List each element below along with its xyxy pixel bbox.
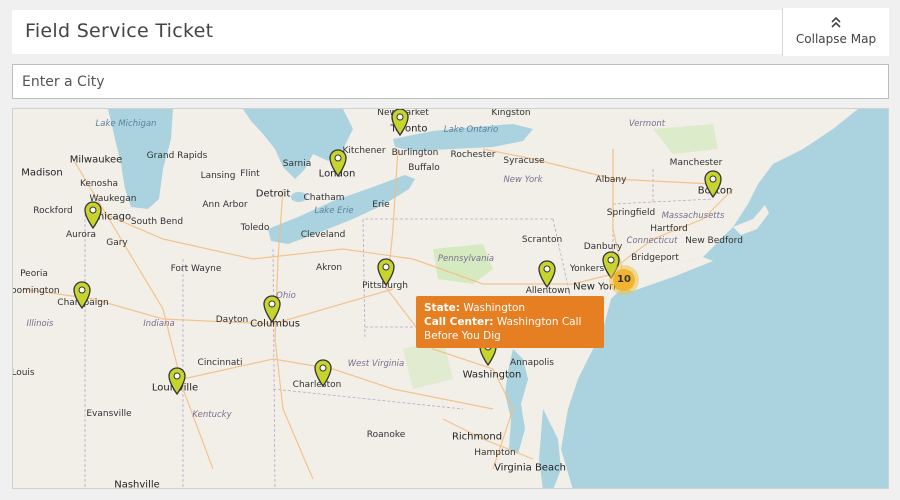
map-label: Springfield [606, 208, 656, 218]
city-search-input[interactable] [12, 64, 889, 99]
map-view[interactable]: Newmarket Kingston Toronto Lake Ontario … [12, 108, 889, 489]
map-label: Kenosha [79, 179, 119, 189]
map-label: West Virginia [347, 359, 405, 369]
map-label: Lake Erie [314, 206, 354, 216]
map-label: Gary [106, 238, 128, 248]
map-label: Yonkers [569, 264, 605, 274]
map-pin-icon[interactable] [313, 359, 333, 387]
map-label: Vermont [628, 119, 666, 129]
map-label: Toledo [240, 223, 270, 233]
map-pin-icon[interactable] [262, 295, 282, 323]
map-label: Virginia Beach [494, 462, 566, 474]
page-title: Field Service Ticket [25, 20, 214, 42]
map-label: Kentucky [192, 410, 232, 420]
map-label: Grand Rapids [146, 151, 208, 161]
popup-center-label: Call Center: [424, 316, 494, 328]
cluster-count: 10 [613, 269, 635, 291]
map-label: Lake Ontario [443, 125, 499, 135]
map-label: Pennsylvania [437, 254, 495, 264]
map-pin-icon[interactable] [390, 108, 410, 136]
page-header: Field Service Ticket [12, 10, 782, 54]
map-label: Erie [372, 200, 390, 210]
map-label: New Bedford [685, 236, 743, 246]
map-label: Bridgeport [631, 253, 679, 263]
map-label: Nashville [114, 479, 160, 489]
map-label: Sarnia [282, 159, 312, 169]
map-label: Rockford [33, 206, 73, 216]
map-pin-icon[interactable] [72, 281, 92, 309]
map-label: Kitchener [342, 146, 386, 156]
map-pin-icon[interactable] [328, 149, 348, 177]
map-label: Fort Wayne [170, 264, 222, 274]
map-label: Ann Arbor [202, 200, 248, 210]
double-chevron-up-icon [831, 16, 841, 28]
map-label: Rochester [450, 150, 496, 160]
map-label: Flint [240, 169, 260, 179]
map-label: Buffalo [408, 163, 440, 173]
map-label: Washington [462, 369, 522, 381]
marker-cluster[interactable]: 10 [609, 265, 639, 295]
popup-state-value: Washington [463, 302, 526, 314]
map-label: Massachusetts [661, 211, 725, 221]
map-label: Syracuse [503, 156, 545, 166]
map-label: Hartford [650, 224, 688, 234]
location-popup[interactable]: State: Washington Call Center: Washingto… [416, 296, 604, 348]
map-label: Milwaukee [69, 154, 123, 166]
map-label: Cleveland [300, 230, 346, 240]
popup-state-label: State: [424, 302, 461, 314]
popup-state-row: State: Washington [424, 301, 596, 315]
map-label: Burlington [391, 148, 439, 158]
collapse-map-button[interactable]: Collapse Map [782, 8, 889, 56]
map-label: Dayton [215, 315, 249, 325]
map-label: Chatham [303, 193, 345, 203]
map-label: Hampton [474, 448, 516, 458]
map-label: Indiana [143, 319, 175, 329]
map-label: South Bend [130, 217, 184, 227]
map-pin-icon[interactable] [167, 367, 187, 395]
map-label: Connecticut [626, 236, 678, 246]
map-label: Scranton [521, 235, 563, 245]
map-label: Evansville [86, 409, 132, 419]
popup-center-row: Call Center: Washington Call Before You … [424, 315, 596, 343]
map-pin-icon[interactable] [537, 260, 557, 288]
map-label: Akron [315, 263, 343, 273]
map-label: Lake Michigan [95, 119, 157, 129]
map-label: Richmond [451, 431, 503, 443]
collapse-map-label: Collapse Map [795, 32, 877, 46]
map-label: Cincinnati [197, 358, 243, 368]
map-pin-icon[interactable] [376, 258, 396, 286]
map-pin-icon[interactable] [83, 201, 103, 229]
map-label: Aurora [65, 230, 97, 240]
map-label: Bloomington [12, 286, 60, 296]
map-label: Louis [12, 368, 35, 378]
map-label: Annapolis [510, 358, 554, 368]
map-label: New York [503, 175, 543, 185]
map-label: Peoria [20, 269, 48, 279]
map-label: Albany [595, 175, 627, 185]
map-label: Roanoke [366, 430, 406, 440]
map-label: Lansing [200, 171, 236, 181]
map-label: Illinois [26, 319, 54, 329]
map-label: Manchester [669, 158, 723, 168]
map-label: Kingston [491, 108, 531, 118]
map-pin-icon[interactable] [703, 170, 723, 198]
map-label: Detroit [255, 188, 291, 200]
map-label: Madison [21, 167, 63, 179]
